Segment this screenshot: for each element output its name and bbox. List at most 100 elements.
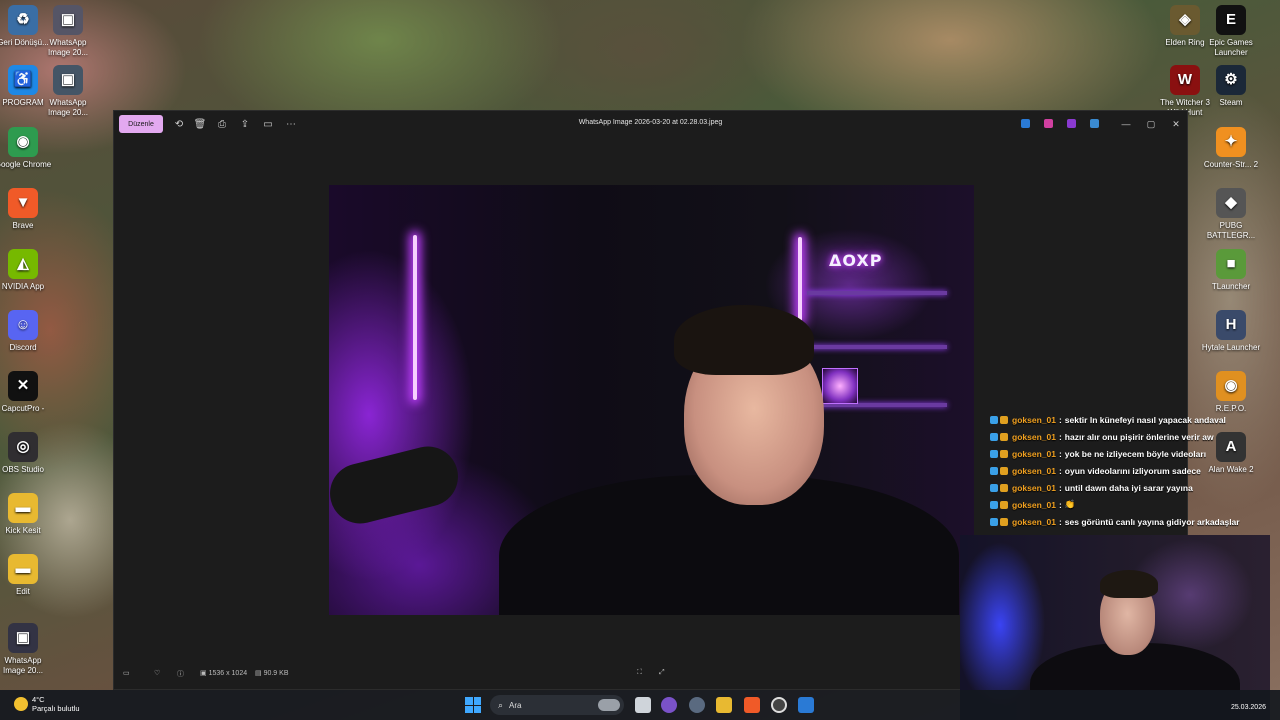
chat-message: goksen_01: oyun videolarını izliyorum sad…	[990, 462, 1280, 479]
twitch-icon[interactable]	[661, 697, 677, 713]
search-icon: ⌕	[498, 699, 504, 710]
hytale-icon: H	[1216, 310, 1246, 340]
shelf	[807, 345, 947, 349]
image-dimensions: ▣ 1536 x 1024	[200, 669, 247, 677]
discord-icon: ☺	[8, 310, 38, 340]
desktop-icon[interactable]: ■ TLauncher	[1201, 249, 1261, 292]
chat-username: goksen_01	[1012, 448, 1056, 459]
capcut-icon: ✕	[8, 371, 38, 401]
chat-message: goksen_01: hazır alır onu pişirir önlerin…	[990, 428, 1280, 445]
desktop-icon[interactable]: ⚙ Steam	[1201, 65, 1261, 108]
desktop-icon-label: Kick Kesit	[5, 526, 41, 535]
obs-taskbar-icon[interactable]	[771, 697, 787, 713]
desktop-icon[interactable]: ☺ Discord	[0, 310, 53, 353]
chat-overlay: goksen_01: sektir ln künefeyi nasıl yapac…	[990, 411, 1280, 530]
chrome-icon: ◉	[8, 127, 38, 157]
date: 25.03.2026	[1230, 704, 1266, 711]
minimize-icon[interactable]: —	[1117, 116, 1135, 132]
desktop-icon[interactable]: ✦ Counter-Str... 2	[1201, 127, 1261, 170]
crown-badge-icon	[1000, 432, 1008, 441]
dimensions-text: 1536 x 1024	[208, 670, 248, 677]
photos-app-icon[interactable]	[1021, 119, 1030, 128]
chat-username: goksen_01	[1012, 516, 1056, 527]
brave-taskbar-icon[interactable]	[744, 697, 760, 713]
subscriber-badge-icon	[990, 517, 998, 526]
repo-icon: ◉	[1216, 371, 1246, 401]
desktop-icon[interactable]: ▬ Edit	[0, 554, 53, 597]
taskbar: 4°C Parçalı bulutlu ⌕ Ara 25.03.2026	[0, 690, 1280, 720]
desktop-icon-label: Edit	[16, 587, 30, 596]
close-icon[interactable]: ✕	[1167, 116, 1185, 132]
maximize-icon[interactable]: ▢	[1142, 116, 1160, 132]
shelf	[807, 291, 947, 295]
desktop-icon[interactable]: ✕ CapcutPro -	[0, 371, 53, 414]
fullscreen-icon[interactable]: ⤢	[659, 669, 665, 677]
crown-badge-icon	[1000, 415, 1008, 424]
chat-message: goksen_01: ses görüntü canlı yayına gidiy…	[990, 513, 1280, 530]
desktop-icon-label: WhatsApp Image 20...	[2, 656, 44, 675]
witcher-icon: W	[1170, 65, 1200, 95]
desktop-icon[interactable]: ◆ PUBG BATTLEGR...	[1201, 188, 1261, 241]
file-size-text: 90.9 KB	[263, 670, 289, 677]
photos-taskbar-icon[interactable]	[798, 697, 814, 713]
desktop-icon[interactable]: E Epic Games Launcher	[1201, 5, 1261, 58]
subscriber-badge-icon	[990, 483, 998, 492]
elden-ring-icon: ◈	[1170, 5, 1200, 35]
desktop-icon[interactable]: H Hytale Launcher	[1201, 310, 1261, 353]
desktop-icon-label: TLauncher	[1211, 282, 1251, 291]
desktop-icon-label: Google Chrome	[0, 160, 52, 169]
subscriber-badge-icon	[990, 432, 998, 441]
chat-message: goksen_01: until dawn daha iyi sarar yayı…	[990, 479, 1280, 496]
desktop-icon[interactable]: ▬ Kick Kesit	[0, 493, 53, 536]
crown-badge-icon	[1000, 449, 1008, 458]
crown-badge-icon	[1000, 466, 1008, 475]
desktop-icon[interactable]: ◭ NVIDIA App	[0, 249, 53, 292]
desktop-icon[interactable]: ▼ Brave	[0, 188, 53, 231]
counter-strike-icon: ✦	[1216, 127, 1246, 157]
task-view-icon[interactable]	[635, 697, 651, 713]
crown-badge-icon	[1000, 500, 1008, 509]
steam-icon: ⚙	[1216, 65, 1246, 95]
photo-image: ΔOXP	[329, 185, 974, 615]
settings-icon[interactable]	[689, 697, 705, 713]
desktop-icon-label: Steam	[1219, 98, 1243, 107]
fit-to-window-icon[interactable]: ⛶	[637, 669, 642, 677]
favorite-icon[interactable]: ♡	[154, 669, 160, 677]
chat-text: ses görüntü canlı yayına gidiyor arkadaş…	[1064, 516, 1240, 527]
desktop-icon[interactable]: ◎ OBS Studio	[0, 432, 53, 475]
pubg-icon: ◆	[1216, 188, 1246, 218]
start-button[interactable]	[465, 697, 481, 713]
desktop-icon[interactable]: ◉ R.E.P.O.	[1201, 371, 1261, 414]
chat-separator: :	[1058, 516, 1062, 527]
desktop-icon-label: WhatsApp Image 20...	[47, 38, 89, 57]
desktop-icon[interactable]: ▣ WhatsApp Image 20...	[38, 5, 98, 58]
webcam-person-hair	[1100, 570, 1158, 598]
chat-separator: :	[1058, 499, 1062, 510]
clipchamp-icon[interactable]	[1044, 119, 1053, 128]
chat-separator: :	[1058, 431, 1062, 442]
image-file-icon: ▣	[53, 65, 83, 95]
file-size-icon: ▤	[255, 670, 262, 677]
desktop-icon-label: Discord	[9, 343, 37, 352]
folder-icon: ▬	[8, 554, 38, 584]
paint-icon[interactable]	[1090, 119, 1099, 128]
file-explorer-icon[interactable]	[716, 697, 732, 713]
desktop-icon-label: PUBG BATTLEGR...	[1206, 221, 1256, 240]
info-icon[interactable]: ⓘ	[177, 669, 184, 679]
temperature: 4°C	[32, 695, 45, 704]
filmstrip-icon[interactable]: ▭	[123, 669, 130, 677]
desktop-icon[interactable]: ◉ Google Chrome	[0, 127, 53, 170]
brave-icon: ▼	[8, 188, 38, 218]
chat-username: goksen_01	[1012, 465, 1056, 476]
chat-text: hazır alır onu pişirir önlerine verir aw	[1064, 431, 1214, 442]
desktop-icon[interactable]: ▣ WhatsApp Image 20...	[0, 623, 53, 676]
video-editor-icon[interactable]	[1067, 119, 1076, 128]
epic-games-icon: E	[1216, 5, 1246, 35]
subscriber-badge-icon	[990, 466, 998, 475]
chat-text: yok be ne izliyecem böyle videoları	[1064, 448, 1207, 459]
desktop-icon-label: NVIDIA App	[1, 282, 45, 291]
desktop-icon[interactable]: ▣ WhatsApp Image 20...	[38, 65, 98, 118]
neon-light	[413, 235, 417, 400]
desktop-icon-label: Epic Games Launcher	[1209, 38, 1253, 57]
chat-separator: :	[1058, 465, 1062, 476]
